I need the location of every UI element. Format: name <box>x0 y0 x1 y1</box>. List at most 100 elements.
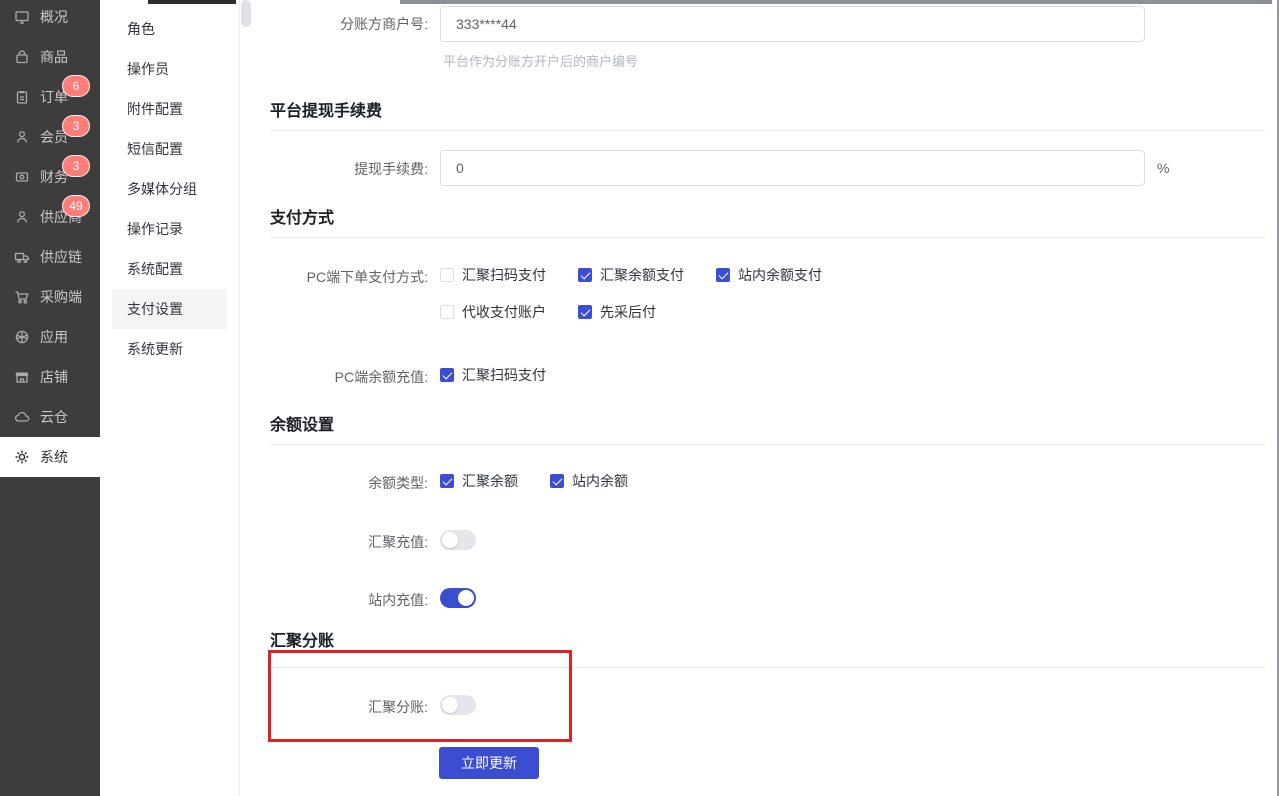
checkbox-icon <box>440 305 454 319</box>
huiju-recharge-label: 汇聚充值: <box>260 533 428 551</box>
section-divider <box>270 130 1265 131</box>
menu-item-media-groups[interactable]: 多媒体分组 <box>112 169 227 209</box>
checkbox-icon <box>440 368 454 382</box>
sidebar-item-label: 云仓 <box>40 407 68 427</box>
sidebar-item-goods[interactable]: 商品 <box>0 37 100 77</box>
sidebar-item-overview[interactable]: 概况 <box>0 0 100 37</box>
suppliers-badge: 49 <box>62 195 90 217</box>
sidebar-item-orders[interactable]: 订单 6 <box>0 77 100 117</box>
sidebar-item-label: 概况 <box>40 7 68 27</box>
split-merchant-no-help: 平台作为分账方开户后的商户编号 <box>443 51 638 70</box>
toggle-knob <box>442 532 458 548</box>
checkbox-site-balance-pay[interactable]: 站内余额支付 <box>716 265 822 285</box>
money-icon <box>14 169 30 185</box>
withdraw-fee-label: 提现手续费: <box>260 160 428 178</box>
sidebar-item-purchasing[interactable]: 采购端 <box>0 277 100 317</box>
members-badge: 3 <box>62 115 90 137</box>
menu-item-payment-settings[interactable]: 支付设置 <box>112 289 227 329</box>
primary-sidebar-list: 概况 商品 订单 6 会员 3 财务 3 供应商 49 供应链 <box>0 0 100 477</box>
sidebar-item-label: 系统 <box>40 447 68 467</box>
sidebar-item-supply-chain[interactable]: 供应链 <box>0 237 100 277</box>
checkbox-icon <box>440 268 454 282</box>
gear-icon <box>14 449 30 465</box>
storefront-icon <box>14 369 30 385</box>
section-title-platform-withdraw-fee: 平台提现手续费 <box>270 97 382 121</box>
section-title-payment-methods: 支付方式 <box>270 204 334 228</box>
monitor-icon <box>14 9 30 25</box>
menu-item-label: 系统更新 <box>127 339 183 359</box>
sidebar-item-members[interactable]: 会员 3 <box>0 117 100 157</box>
sidebar-item-label: 采购端 <box>40 287 82 307</box>
sidebar-item-shops[interactable]: 店铺 <box>0 357 100 397</box>
checkbox-collection-account[interactable]: 代收支付账户 <box>440 302 546 322</box>
update-now-button[interactable]: 立即更新 <box>439 747 539 779</box>
primary-sidebar: 概况 商品 订单 6 会员 3 财务 3 供应商 49 供应链 <box>0 0 100 796</box>
user-icon <box>14 129 30 145</box>
truck-icon <box>14 249 30 265</box>
pc-order-pay-row2: 代收支付账户 先采后付 <box>440 302 656 322</box>
pc-order-pay-row1: 汇聚扫码支付 汇聚余额支付 站内余额支付 <box>440 265 822 285</box>
menu-item-roles[interactable]: 角色 <box>112 9 227 49</box>
bag-icon <box>14 49 30 65</box>
section-divider <box>270 444 1265 445</box>
clipboard-icon <box>14 89 30 105</box>
menu-item-label: 系统配置 <box>127 259 183 279</box>
menu-item-operation-log[interactable]: 操作记录 <box>112 209 227 249</box>
pc-recharge-row: 汇聚扫码支付 <box>440 365 546 385</box>
balance-type-label: 余额类型: <box>260 474 428 492</box>
pc-recharge-label: PC端余额充值: <box>260 368 428 386</box>
menu-item-label: 附件配置 <box>127 99 183 119</box>
sidebar-item-label: 店铺 <box>40 367 68 387</box>
checkbox-huiju-balance[interactable]: 汇聚余额 <box>440 471 518 491</box>
menu-item-system-config[interactable]: 系统配置 <box>112 249 227 289</box>
section-title-huiju-split: 汇聚分账 <box>270 627 334 651</box>
toggle-site-recharge[interactable] <box>440 588 476 608</box>
checkbox-icon <box>578 268 592 282</box>
checkbox-icon <box>550 474 564 488</box>
menu-item-label: 操作记录 <box>127 219 183 239</box>
menu-item-label: 操作员 <box>127 59 169 79</box>
withdraw-fee-input[interactable] <box>440 150 1145 186</box>
checkbox-recharge-huiju-scan-pay[interactable]: 汇聚扫码支付 <box>440 365 546 385</box>
checkbox-site-balance[interactable]: 站内余额 <box>550 471 628 491</box>
checkbox-icon <box>716 268 730 282</box>
payment-settings-form: 分账方商户号: 平台作为分账方开户后的商户编号 平台提现手续费 提现手续费: %… <box>240 0 1279 796</box>
menu-item-sms-config[interactable]: 短信配置 <box>112 129 227 169</box>
sidebar-item-label: 供应链 <box>40 247 82 267</box>
site-recharge-label: 站内充值: <box>260 591 428 609</box>
cart-icon <box>14 289 30 305</box>
checkbox-icon <box>440 474 454 488</box>
pc-order-pay-label: PC端下单支付方式: <box>260 268 428 286</box>
sidebar-item-cloud-warehouse[interactable]: 云仓 <box>0 397 100 437</box>
menu-item-system-update[interactable]: 系统更新 <box>112 329 227 369</box>
menu-item-operators[interactable]: 操作员 <box>112 49 227 89</box>
menu-item-label: 短信配置 <box>127 139 183 159</box>
percent-suffix: % <box>1157 160 1169 176</box>
menu-item-attachment-config[interactable]: 附件配置 <box>112 89 227 129</box>
split-merchant-no-label: 分账方商户号: <box>260 15 428 33</box>
checkbox-huiju-scan-pay[interactable]: 汇聚扫码支付 <box>440 265 546 285</box>
system-submenu: 角色 操作员 附件配置 短信配置 多媒体分组 操作记录 系统配置 支付设置 系统… <box>100 0 240 796</box>
toggle-knob <box>458 590 474 606</box>
sidebar-item-apps[interactable]: 应用 <box>0 317 100 357</box>
annotation-red-box <box>268 650 572 742</box>
balance-type-row: 汇聚余额 站内余额 <box>440 471 628 491</box>
sidebar-item-label: 商品 <box>40 47 68 67</box>
apps-icon <box>14 329 30 345</box>
finance-badge: 3 <box>62 155 90 177</box>
section-divider <box>270 237 1265 238</box>
split-merchant-no-input[interactable] <box>440 6 1145 42</box>
menu-item-label: 多媒体分组 <box>127 179 197 199</box>
scrollbar-thumb[interactable] <box>241 0 251 27</box>
checkbox-icon <box>578 305 592 319</box>
sidebar-item-suppliers[interactable]: 供应商 49 <box>0 197 100 237</box>
checkbox-huiju-balance-pay[interactable]: 汇聚余额支付 <box>578 265 684 285</box>
supplier-user-icon <box>14 209 30 225</box>
sidebar-item-system[interactable]: 系统 <box>0 437 100 477</box>
toggle-huiju-recharge[interactable] <box>440 530 476 550</box>
menu-item-label: 角色 <box>127 19 155 39</box>
sidebar-item-finance[interactable]: 财务 3 <box>0 157 100 197</box>
sidebar-item-label: 应用 <box>40 327 68 347</box>
menu-item-label: 支付设置 <box>127 299 183 319</box>
checkbox-buy-first-pay-later[interactable]: 先采后付 <box>578 302 656 322</box>
